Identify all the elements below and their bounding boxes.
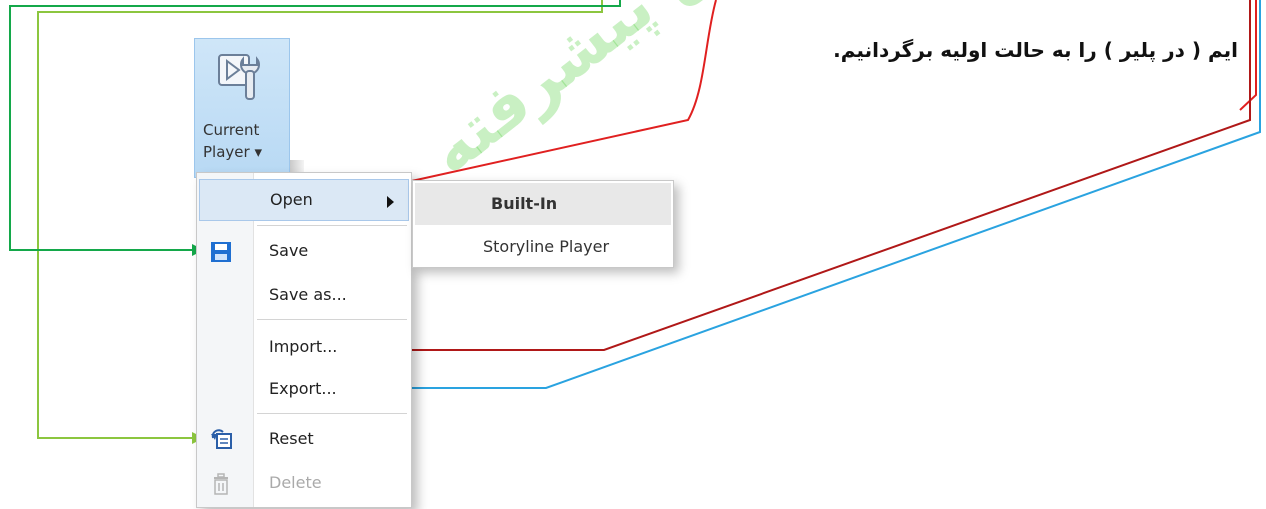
menu-item-reset[interactable]: Reset: [199, 419, 409, 461]
open-submenu: Built-In Storyline Player: [412, 180, 674, 268]
submenu-arrow-icon: [387, 196, 394, 208]
menu-item-import-label: Import...: [269, 337, 338, 356]
submenu-header-built-in: Built-In: [415, 183, 671, 225]
player-settings-icon: [213, 49, 269, 105]
trash-icon: [209, 472, 233, 496]
menu-item-open-label: Open: [270, 190, 313, 209]
menu-item-delete[interactable]: Delete: [199, 463, 409, 505]
current-player-button[interactable]: Current Player ▾: [194, 38, 290, 178]
floppy-disk-icon: [209, 240, 233, 264]
menu-item-save-as-label: Save as...: [269, 285, 347, 304]
label-line1: Current: [203, 121, 260, 139]
menu-item-delete-label: Delete: [269, 473, 322, 492]
menu-item-export[interactable]: Export...: [199, 369, 409, 411]
menu-item-save-as[interactable]: Save as...: [199, 275, 409, 317]
menu-separator: [257, 225, 407, 226]
menu-item-import[interactable]: Import...: [199, 327, 409, 369]
submenu-item-label: Storyline Player: [483, 237, 610, 256]
menu-separator: [257, 413, 407, 414]
menu-item-reset-label: Reset: [269, 429, 314, 448]
player-menu: Open Save Save as... Import... Export...: [196, 172, 412, 508]
current-player-label: Current Player ▾: [203, 119, 287, 163]
menu-item-open[interactable]: Open: [199, 179, 409, 221]
submenu-header-label: Built-In: [491, 194, 558, 213]
submenu-item-storyline-player[interactable]: Storyline Player: [415, 229, 671, 265]
menu-separator: [257, 319, 407, 320]
reset-icon: [209, 428, 233, 452]
menu-item-save[interactable]: Save: [199, 231, 409, 273]
menu-item-save-label: Save: [269, 241, 309, 260]
label-line2: Player ▾: [203, 143, 262, 161]
menu-item-export-label: Export...: [269, 379, 337, 398]
